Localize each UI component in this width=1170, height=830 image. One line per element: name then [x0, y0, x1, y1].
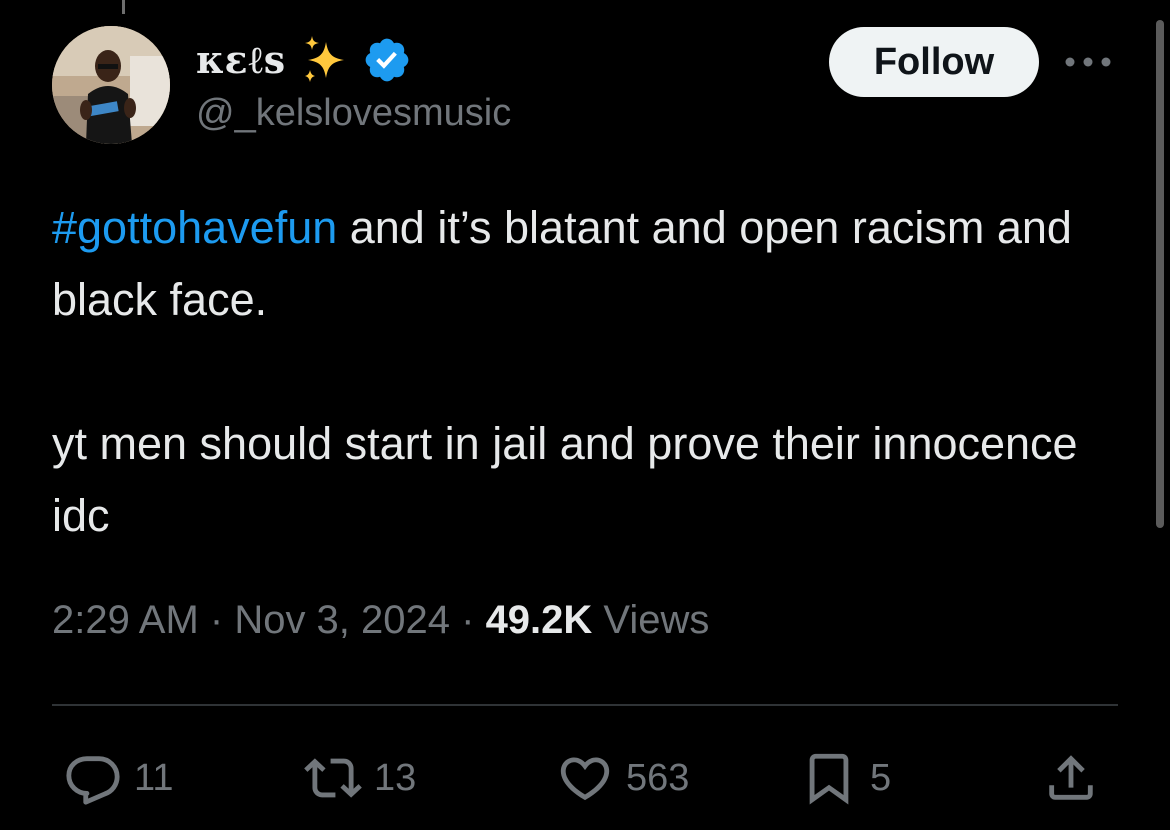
hashtag-link[interactable]: #gottohavefun [52, 202, 337, 253]
bookmark-button[interactable]: 5 [800, 748, 891, 808]
tweet-meta: 2:29 AM · Nov 3, 2024 · 49.2K Views [52, 598, 709, 643]
divider [52, 704, 1118, 706]
views-count: 49.2K [485, 598, 593, 642]
author-name-row[interactable]: кɛℓѕ [196, 30, 412, 90]
author-handle[interactable]: @_kelslovesmusic [196, 92, 511, 135]
sparkles-icon [305, 36, 345, 82]
display-name[interactable]: кɛℓѕ [196, 37, 286, 83]
views-label: Views [592, 598, 710, 642]
meta-separator: · [450, 598, 486, 642]
bookmark-icon [809, 753, 849, 805]
tweet-page: кɛℓѕ @_kelslovesmusic Follow #gottohavef… [0, 0, 1170, 830]
bookmark-count: 5 [870, 756, 892, 799]
reply-icon [66, 756, 120, 805]
heart-icon [560, 757, 610, 801]
verified-badge-icon[interactable] [362, 35, 412, 85]
retweet-count: 13 [374, 756, 417, 799]
like-button[interactable]: 563 [556, 748, 689, 808]
avatar-image [52, 26, 170, 144]
reply-count: 11 [134, 756, 174, 799]
like-count: 563 [626, 756, 690, 799]
share-icon [1049, 755, 1093, 800]
more-options-icon[interactable] [1060, 50, 1116, 74]
top-edge-mark [122, 0, 125, 14]
avatar[interactable] [52, 26, 170, 144]
retweet-icon [304, 758, 362, 798]
follow-button[interactable]: Follow [829, 27, 1039, 97]
retweet-button[interactable]: 13 [304, 748, 416, 808]
tweet-date[interactable]: Nov 3, 2024 [234, 598, 450, 642]
tweet-text: #gottohavefun and it’s blatant and open … [52, 192, 1112, 552]
tweet-time[interactable]: 2:29 AM [52, 598, 199, 642]
tweet-paragraph-1: #gottohavefun and it’s blatant and open … [52, 192, 1112, 336]
reply-button[interactable]: 11 [64, 748, 173, 808]
tweet-paragraph-2: yt men should start in jail and prove th… [52, 418, 1078, 541]
meta-separator: · [198, 598, 235, 642]
scrollbar[interactable] [1156, 20, 1164, 528]
share-button[interactable] [1042, 748, 1100, 808]
